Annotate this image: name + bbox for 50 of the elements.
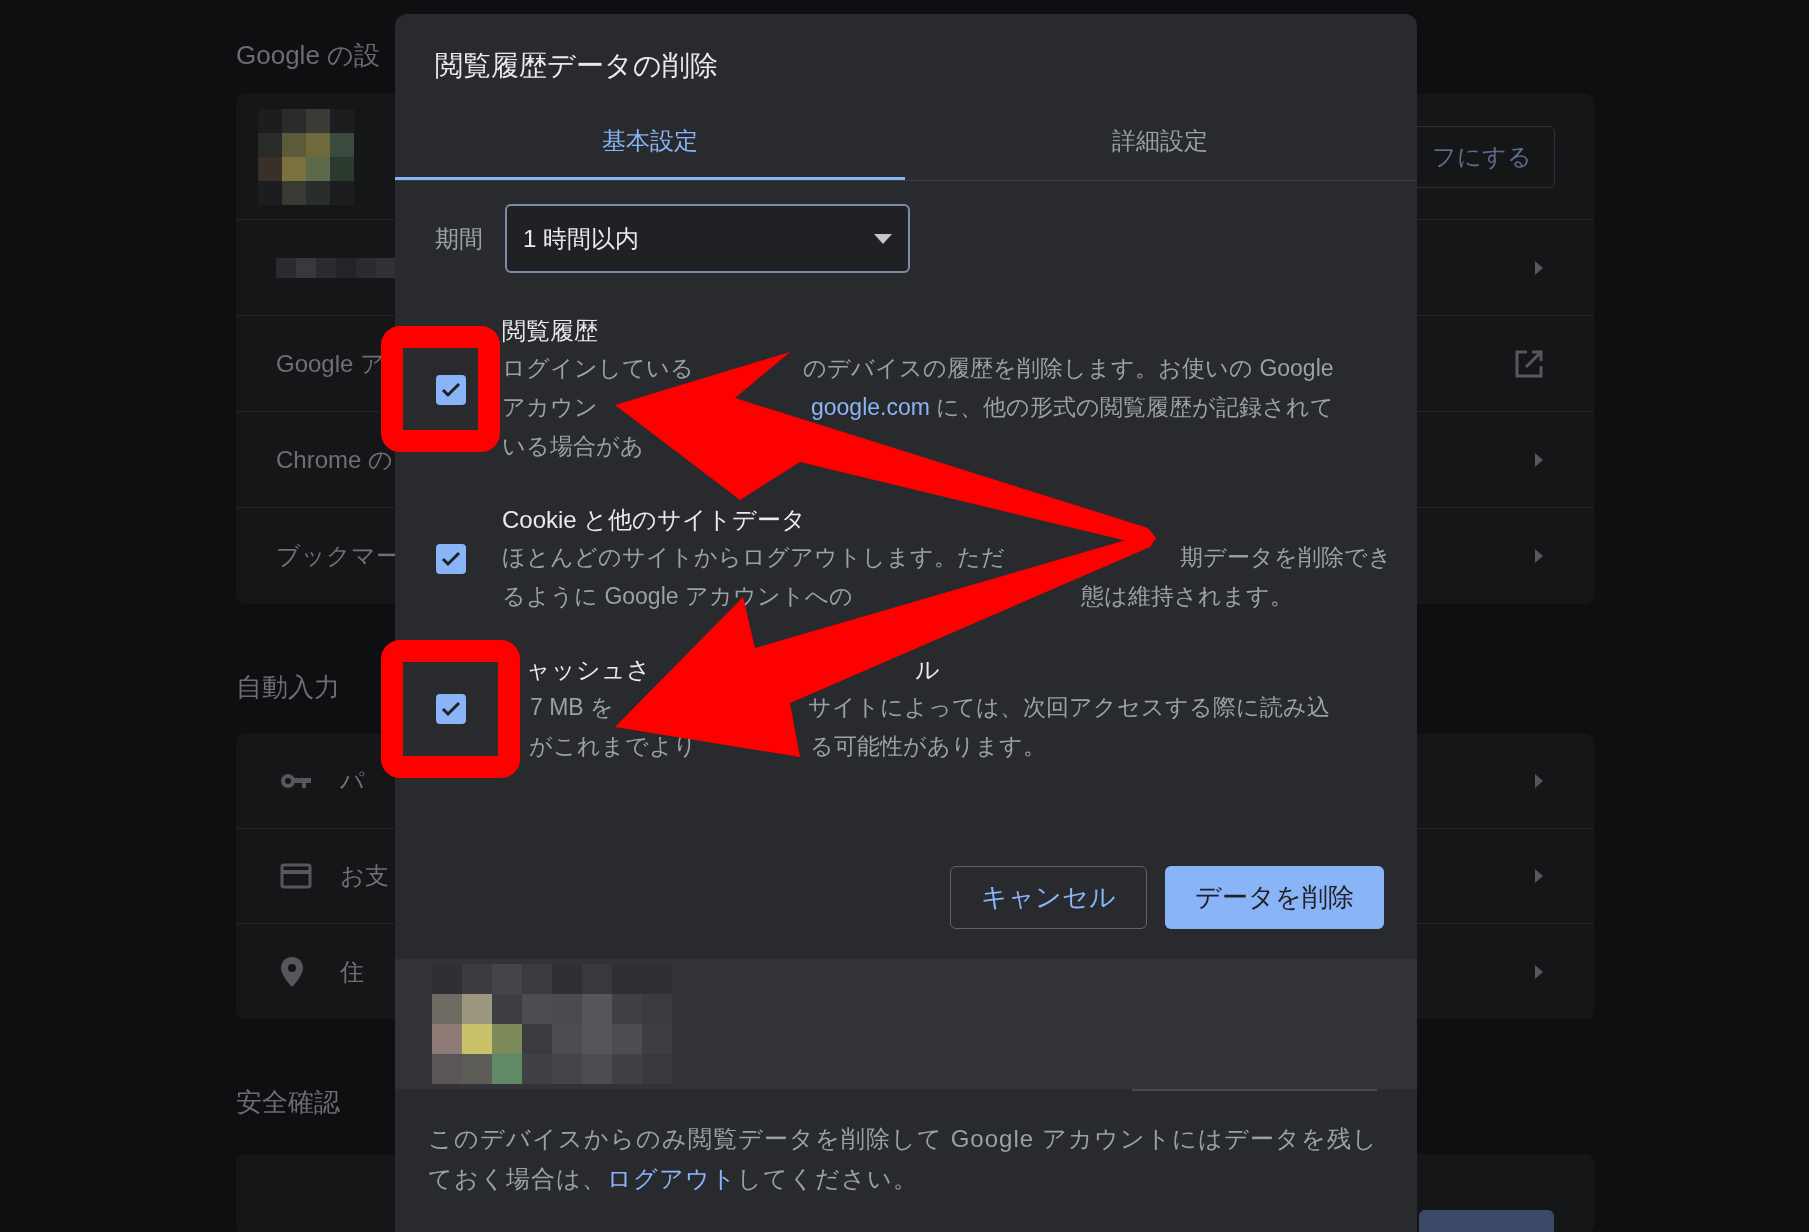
option-title: Cookie と他のサイトデータ [502, 505, 807, 535]
option-description: アカウン [502, 393, 598, 422]
logout-link[interactable]: ログアウト [607, 1165, 737, 1192]
option-description: る可能性があります。 [810, 732, 1046, 761]
option-title: ャッシュさ [526, 655, 651, 685]
option-title: ル [915, 655, 940, 685]
footer-note: このデバイスからのみ閲覧データを削除して Google アカウントにはデータを残しておく場合は、ログアウト してください。 [428, 1124, 1379, 1194]
settings-row-label: 住 [340, 956, 364, 987]
option-description: がこれまでより [529, 732, 697, 761]
arrow-right-icon [1534, 963, 1544, 980]
option-description: ログインしている [502, 354, 694, 383]
credit-card-icon [280, 863, 312, 889]
option-description: 期データを削除でき [1180, 543, 1392, 572]
link[interactable]: google.com [811, 388, 930, 427]
settings-row-label: パ [340, 766, 365, 796]
settings-row-label: Chrome の [276, 444, 394, 475]
arrow-right-icon [1534, 868, 1544, 884]
section-title: 安全確認 [236, 1087, 340, 1117]
cancel-button[interactable]: キャンセル [950, 866, 1147, 929]
option-description: 態は維持されます。 [1080, 582, 1293, 611]
dropdown-caret-icon [874, 233, 892, 244]
arrow-right-icon [1534, 259, 1544, 276]
external-link-icon [1514, 348, 1544, 379]
option-description: いる場合があ [502, 432, 644, 461]
checkbox[interactable] [436, 694, 466, 724]
option-description: サイトによっては、次回アクセスする際に読み込 [808, 693, 1331, 722]
option-description: のデバイスの履歴を削除します。お使いの Google [803, 354, 1334, 383]
key-icon [280, 772, 312, 790]
delete-data-button[interactable]: データを削除 [1165, 866, 1384, 929]
arrow-right-icon [1534, 451, 1544, 468]
period-dropdown[interactable]: 1 時間以内 [505, 204, 910, 273]
section-title: Google の設 [236, 40, 381, 70]
option-description: 7 MB を [530, 693, 615, 722]
tab[interactable]: 基本設定 [395, 105, 905, 180]
checkmark-icon [441, 381, 461, 398]
option-title: 閲覧履歴 [502, 316, 598, 346]
arrow-right-icon [1534, 548, 1544, 564]
checkbox[interactable] [436, 374, 466, 405]
settings-row-label: Google ア [276, 348, 386, 379]
checkmark-icon [441, 701, 461, 717]
arrow-right-icon [1534, 773, 1544, 789]
section-title: 自動入力 [236, 672, 340, 702]
dialog-title: 閲覧履歴データの削除 [435, 49, 718, 83]
option-description: ほとんどのサイトからログアウトします。ただ [502, 543, 1005, 572]
location-pin-icon [280, 955, 304, 988]
checkmark-icon [441, 551, 461, 567]
option-description: に、他の形式の閲覧履歴が記録されて [935, 393, 1335, 422]
period-label: 期間 [435, 223, 483, 254]
settings-row-label: お支 [340, 861, 389, 891]
checkbox[interactable] [436, 544, 466, 574]
